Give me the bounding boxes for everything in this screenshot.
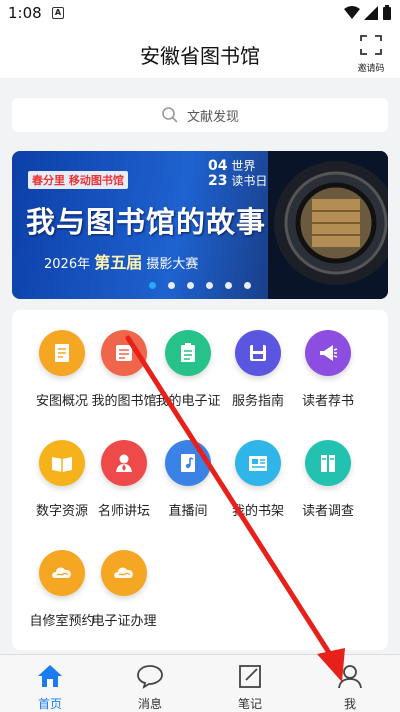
- status-icons: [344, 5, 392, 21]
- lecturer-icon: [101, 440, 147, 486]
- search-bar[interactable]: 文献发现: [12, 98, 388, 132]
- banner-subtitle: 2026年 第五届 摄影大赛: [44, 249, 198, 273]
- tab-home[interactable]: 首页: [0, 655, 100, 712]
- news-icon: [235, 440, 281, 486]
- signal-icon: [364, 6, 378, 20]
- user-icon: [338, 665, 362, 689]
- promo-banner[interactable]: 春分里 移动图书馆 04 世界 23 读书日 我与图书馆的故事 2026年 第五…: [12, 151, 388, 299]
- status-bar: 1:08 A: [0, 0, 400, 26]
- service-news-item[interactable]: 我的书架: [220, 440, 296, 519]
- tab-notes-label: 笔记: [237, 697, 262, 711]
- pagination-dot[interactable]: [149, 282, 156, 289]
- service-label: 我的书架: [231, 504, 284, 519]
- page-title: 安徽省图书馆: [140, 44, 260, 68]
- banner-date: 04 世界 23 读书日: [208, 159, 267, 189]
- tab-notes[interactable]: 笔记: [200, 655, 300, 712]
- pagination-dot[interactable]: [206, 282, 213, 289]
- tab-me-label: 我: [343, 697, 356, 711]
- banner-contest: 摄影大赛: [146, 257, 199, 272]
- banner-year: 2026年: [44, 257, 91, 272]
- tab-home-label: 首页: [37, 697, 62, 711]
- service-megaphone-item[interactable]: 读者荐书: [290, 330, 366, 409]
- scan-icon: [360, 35, 382, 55]
- cloud-icon: [101, 550, 147, 596]
- note-icon: [239, 665, 261, 688]
- cloud-icon: [39, 550, 85, 596]
- banner-headline: 我与图书馆的故事: [26, 205, 267, 239]
- status-time: 1:08: [8, 4, 42, 22]
- wifi-icon: [344, 6, 360, 19]
- megaphone-icon: [305, 330, 351, 376]
- bottom-tab-bar: 首页 消息 笔记 我: [0, 654, 400, 712]
- service-cloud-item[interactable]: 电子证办理: [86, 550, 162, 629]
- home-icon: [38, 665, 62, 687]
- banner-logo: 春分里 移动图书馆: [28, 171, 128, 189]
- banner-date-top-text: 世界: [231, 159, 256, 173]
- banner-date-bottom-text: 读书日: [231, 174, 268, 188]
- service-label: 读者荐书: [301, 394, 354, 409]
- service-books-item[interactable]: 读者调查: [290, 440, 366, 519]
- message-icon: [137, 665, 163, 689]
- tab-messages-label: 消息: [137, 697, 162, 711]
- pagination-dot[interactable]: [187, 282, 194, 289]
- notification-icon: A: [52, 7, 64, 19]
- invite-code-button[interactable]: 邀请码: [356, 34, 386, 74]
- service-clipboard-item[interactable]: 我的电子证: [150, 330, 226, 409]
- service-music-doc-item[interactable]: 直播间: [150, 440, 226, 519]
- banner-date-top: 04: [208, 158, 228, 174]
- service-save-item[interactable]: 服务指南: [220, 330, 296, 409]
- service-label: 电子证办理: [91, 614, 157, 629]
- search-placeholder: 文献发现: [186, 109, 239, 125]
- app-header: 安徽省图书馆 邀请码: [0, 26, 400, 78]
- pagination-dot[interactable]: [225, 282, 232, 289]
- service-label: 我的电子证: [155, 394, 221, 409]
- invite-code-label: 邀请码: [357, 64, 385, 74]
- banner-date-bottom: 23: [208, 173, 228, 189]
- pagination-dot[interactable]: [168, 282, 175, 289]
- battery-icon: [383, 5, 391, 20]
- search-icon: [162, 107, 178, 123]
- doc-icon: [39, 330, 85, 376]
- tab-me[interactable]: 我: [300, 655, 400, 712]
- banner-edition: 第五届: [94, 253, 143, 272]
- service-label: 直播间: [168, 504, 208, 519]
- tab-messages[interactable]: 消息: [100, 655, 200, 712]
- service-label: 服务指南: [231, 394, 284, 409]
- clipboard-icon: [165, 330, 211, 376]
- pagination-dot[interactable]: [244, 282, 251, 289]
- save-icon: [235, 330, 281, 376]
- services-grid: 安图概况 我的图书馆 我的电子证 服务指南 读者荐书 数字资源 名师讲坛 直播间 我的书架 读者调…: [12, 310, 388, 650]
- service-label: 读者调查: [301, 504, 354, 519]
- camera-lens-image: [268, 151, 388, 299]
- music-doc-icon: [165, 440, 211, 486]
- banner-pagination[interactable]: [12, 282, 388, 289]
- book-open-icon: [39, 440, 85, 486]
- books-icon: [305, 440, 351, 486]
- library-icon: [101, 330, 147, 376]
